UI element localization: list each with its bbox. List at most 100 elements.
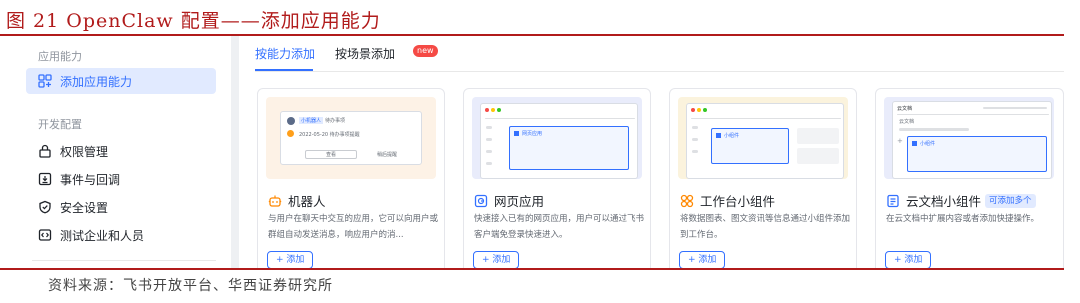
workbench-preview: 小组件 [678,97,848,179]
sidebar-divider [32,260,216,261]
box-marker [514,131,519,136]
sidebar-group-dev-config: 开发配置 [38,118,82,131]
workbench-preview-window: 小组件 [686,103,844,179]
sidebar-item-events[interactable]: 事件与回调 [26,166,216,192]
remind-later-preview: 稍后提醒 [377,152,398,158]
bot-avatar [287,117,295,125]
figure-title: 图 21 OpenClaw 配置——添加应用能力 [6,10,381,32]
window-dot-yellow [491,108,495,112]
nav-mark [692,126,698,129]
capability-card-webapp[interactable]: 网页应用 网页应用 快速接入已有的网页应用，用户可以通过飞书客户端免登录快速进入… [463,88,651,268]
card-title-text: 工作台小组件 [700,194,776,209]
window-dot-red [691,108,695,112]
nav-mark [486,138,492,141]
figure-source: 资料来源：飞书开放平台、华西证券研究所 [48,278,333,294]
nav-mark [486,162,492,165]
add-webapp-button[interactable]: + 添加 [473,251,520,268]
doc-preview-sub: 云文档 [899,119,915,125]
tab-by-capability[interactable]: 按能力添加 [255,45,315,62]
source-rule [0,268,1064,270]
card-description: 与用户在聊天中交互的应用，它可以向用户或群组自动发送消息，响应用户的消... [268,214,439,240]
card-description: 在云文档中扩展内容或者添加快捷操作。 [886,214,1040,224]
main-content: 按能力添加 按场景添加 new 小机器人 待办事项 2022-05-20 待办事… [239,36,1064,268]
browser-preview-window: 网页应用 [480,103,638,179]
chat-preview-window: 小机器人 待办事项 2022-05-20 待办事项提醒 查看 稍后提醒 [280,111,422,165]
code-icon [38,228,52,242]
feishu-app-panel: 应用能力 添加应用能力 开发配置 权限管理 事件与回调 安全设置 测试企业和人员… [12,36,1064,268]
sidebar-item-label: 测试企业和人员 [60,228,145,243]
add-workbench-widget-button[interactable]: + 添加 [679,251,726,268]
robot-icon [268,194,282,208]
card-title: 网页应用 [474,191,544,210]
card-title: 云文档小组件 可添加多个 [886,191,1036,210]
window-dot-yellow [697,108,701,112]
widget-icon [680,194,694,208]
toolbar-divider [691,118,841,119]
placeholder-block [797,128,839,144]
box-marker [912,141,917,146]
lock-icon [38,144,52,158]
capability-card-workbench-widget[interactable]: 小组件 工作台小组件 将数据图表、图文资讯等信息通过小组件添加到工作台。 + 添… [669,88,857,268]
window-dot-green [703,108,707,112]
window-dot-green [497,108,501,112]
capability-card-robot[interactable]: 小机器人 待办事项 2022-05-20 待办事项提醒 查看 稍后提醒 机器人 … [257,88,445,268]
toolbar-divider [897,114,1049,115]
reminder-date: 2022-05-20 待办事项提醒 [299,132,360,138]
doc-icon [886,194,900,208]
sidebar-item-label: 权限管理 [60,144,109,159]
card-description: 将数据图表、图文资讯等信息通过小组件添加到工作台。 [680,214,851,240]
sidebar-item-label: 安全设置 [60,200,109,215]
sidebar: 应用能力 添加应用能力 开发配置 权限管理 事件与回调 安全设置 测试企业和人员 [12,36,216,268]
webapp-preview: 网页应用 [472,97,642,179]
insert-plus-icon: + [897,137,903,145]
view-button-preview: 查看 [305,150,357,159]
webapp-highlight-box: 网页应用 [509,126,629,170]
text-line [899,128,969,131]
doc-widget-box-label: 小组件 [920,141,936,147]
panel-splitter[interactable] [231,36,239,268]
toolbar-mark [983,107,1047,109]
doc-widget-highlight-box: 小组件 [907,136,1047,172]
doc-preview-header: 云文档 [897,106,913,112]
reminder-icon [287,130,294,137]
sidebar-item-test-enterprise[interactable]: 测试企业和人员 [26,222,216,248]
active-tab-indicator [255,69,313,71]
card-title-text: 机器人 [288,194,326,209]
sidebar-group-app-capability: 应用能力 [38,50,82,63]
status-tag: 待办事项 [325,118,346,124]
doc-preview-window: 云文档 云文档 + 小组件 [892,101,1052,179]
nav-mark [486,126,492,129]
nav-mark [692,138,698,141]
add-doc-widget-button[interactable]: + 添加 [885,251,932,268]
sidebar-item-permissions[interactable]: 权限管理 [26,138,216,164]
sidebar-item-add-capability[interactable]: 添加应用能力 [26,68,216,94]
card-description: 快速接入已有的网页应用，用户可以通过飞书客户端免登录快速进入。 [474,214,645,240]
card-title: 工作台小组件 [680,191,775,210]
webapp-box-label: 网页应用 [522,131,543,137]
sidebar-item-label: 事件与回调 [60,172,121,187]
sidebar-item-label: 添加应用能力 [60,74,133,89]
widget-box-label: 小组件 [724,133,740,139]
robot-preview: 小机器人 待办事项 2022-05-20 待办事项提醒 查看 稍后提醒 [266,97,436,179]
window-dot-red [485,108,489,112]
widget-highlight-box: 小组件 [711,128,789,164]
card-title-text: 云文档小组件 [906,194,982,209]
box-marker [716,133,721,138]
add-robot-button[interactable]: + 添加 [267,251,314,268]
nav-mark [486,150,492,153]
placeholder-block [797,148,839,164]
sidebar-item-security[interactable]: 安全设置 [26,194,216,220]
multi-add-badge: 可添加多个 [985,193,1036,208]
card-title-text: 网页应用 [494,194,545,209]
doc-widget-preview: 云文档 云文档 + 小组件 [884,97,1054,179]
tab-by-scenario[interactable]: 按场景添加 [335,45,395,62]
bot-tag: 小机器人 [299,117,324,124]
toolbar-divider [485,118,635,119]
event-icon [38,172,52,186]
nav-mark [692,150,698,153]
card-title: 机器人 [268,191,326,210]
capability-card-doc-widget[interactable]: 云文档 云文档 + 小组件 云文档小组件 可添加多个 在云文档中扩展内容或者添加… [875,88,1064,268]
shield-icon [38,200,52,214]
webpage-icon [474,194,488,208]
new-badge: new [413,45,438,57]
